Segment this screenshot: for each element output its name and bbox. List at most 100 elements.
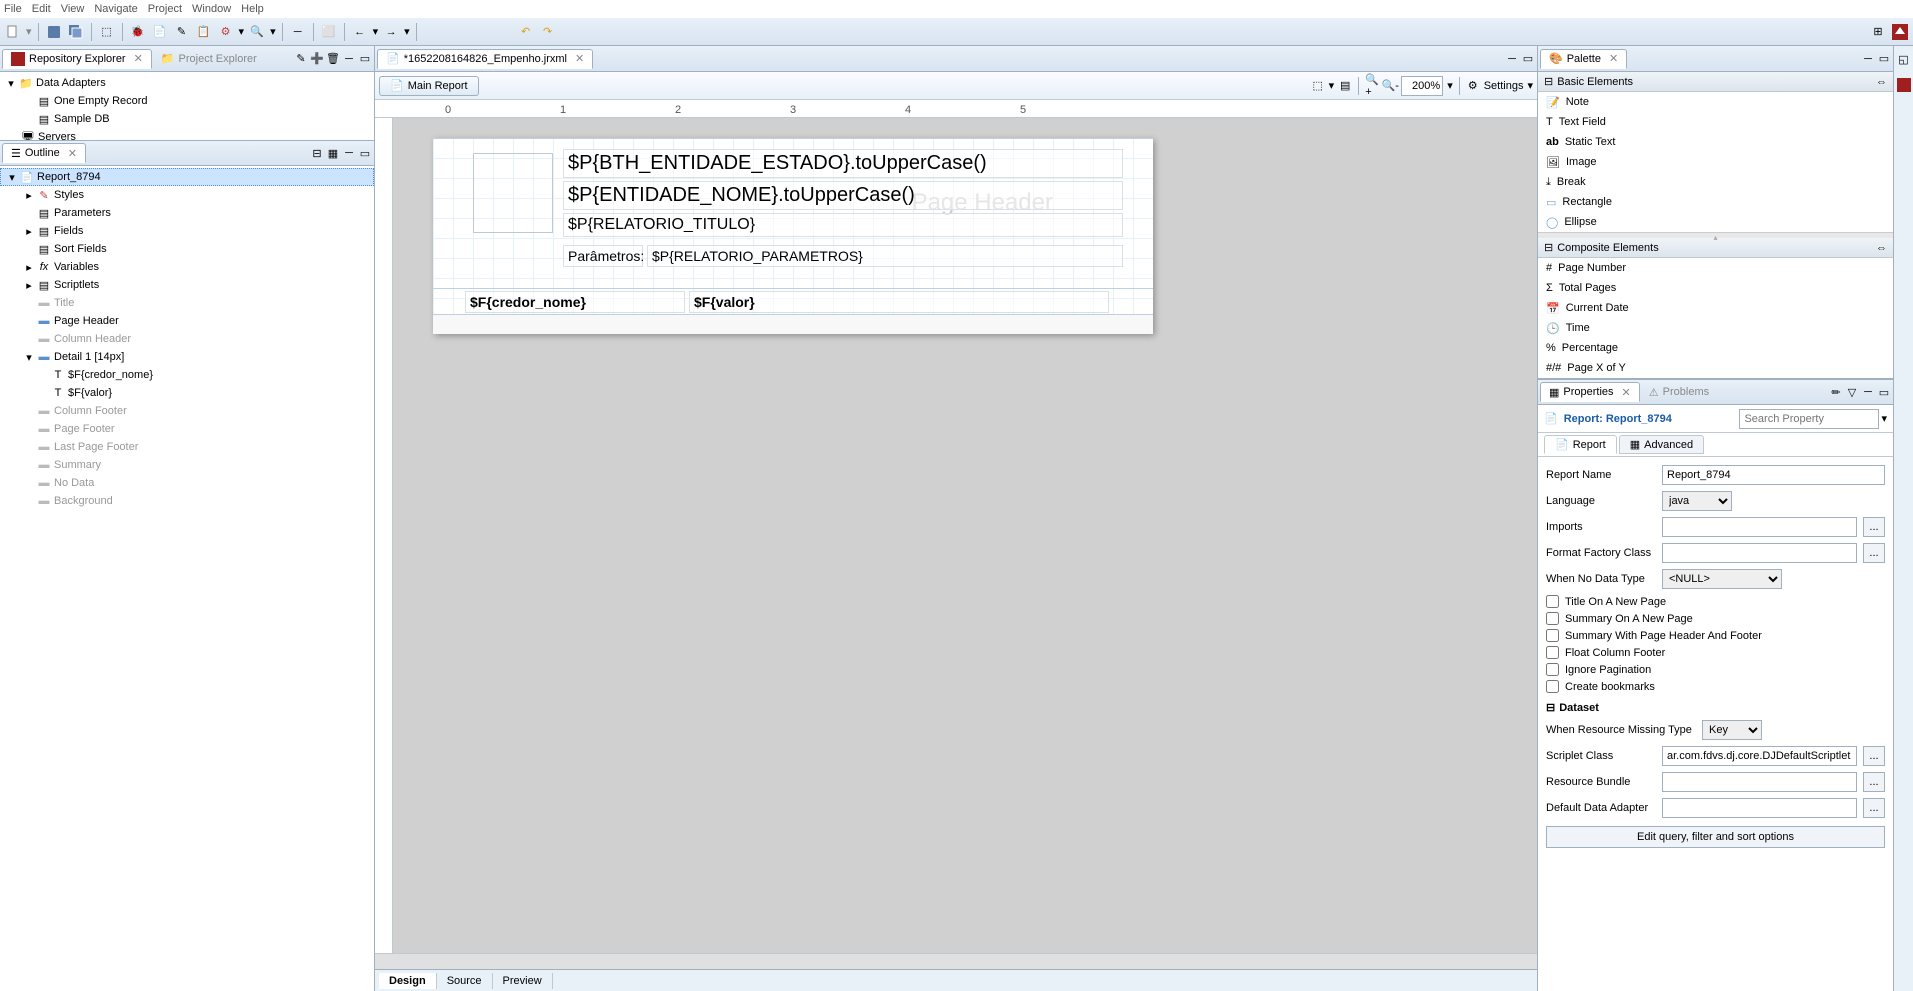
menu-edit[interactable]: Edit [32, 3, 51, 15]
settings-label[interactable]: Settings [1484, 80, 1524, 92]
background-node[interactable]: ▬Background [0, 492, 374, 510]
palette-break[interactable]: ⤓Break [1538, 172, 1893, 192]
tab-source[interactable]: Source [437, 973, 493, 989]
resbundle-input[interactable] [1662, 772, 1857, 792]
new-adapter-icon[interactable]: ➕ [310, 52, 324, 66]
binary-icon[interactable]: ⬚ [98, 23, 116, 41]
palette-statictext[interactable]: abStatic Text [1538, 132, 1893, 152]
f-credor-node[interactable]: T$F{credor_nome} [0, 366, 374, 384]
pin-icon[interactable]: ⇔ [1876, 76, 1887, 88]
statictext-parametros[interactable]: Parâmetros: [563, 245, 643, 267]
back-icon[interactable]: ← [351, 23, 369, 41]
dataset-section[interactable]: ⊟Dataset [1546, 701, 1885, 714]
wrmt-select[interactable]: Key [1702, 720, 1762, 740]
palette-image[interactable]: 🖼Image [1538, 152, 1893, 172]
ffc-input[interactable] [1662, 543, 1857, 563]
report-page[interactable]: Page Header $P{BTH_ENTIDADE_ESTADO}.toUp… [433, 138, 1153, 334]
menu-file[interactable]: File [4, 3, 22, 15]
no-data-node[interactable]: ▬No Data [0, 474, 374, 492]
marker-icon[interactable]: ⬚ [1311, 79, 1325, 93]
settings-dropdown-icon[interactable]: ▾ [1527, 79, 1533, 92]
minimize-icon[interactable]: ─ [1505, 52, 1519, 66]
tab-problems[interactable]: ⚠ Problems [1640, 382, 1718, 402]
sample-db-node[interactable]: ▤ Sample DB [0, 110, 374, 128]
dda-browse-button[interactable]: ... [1863, 798, 1885, 818]
maximize-icon[interactable]: ▭ [1877, 385, 1891, 399]
menu-help[interactable]: Help [241, 3, 264, 15]
dda-input[interactable] [1662, 798, 1857, 818]
textfield-valor[interactable]: $F{valor} [689, 291, 1109, 313]
tree-mode-icon[interactable]: ⊟ [310, 146, 324, 160]
minimize-icon[interactable]: ─ [342, 52, 356, 66]
forward-icon[interactable]: → [382, 23, 400, 41]
cb-ignore-pag[interactable] [1546, 663, 1559, 676]
textfield-entidade-nome[interactable]: $P{ENTIDADE_NOME}.toUpperCase() [563, 181, 1123, 210]
menu-project[interactable]: Project [148, 3, 182, 15]
cb-bookmarks[interactable] [1546, 680, 1559, 693]
restore-icon[interactable]: ◱ [1894, 46, 1913, 72]
close-icon[interactable]: ✕ [68, 147, 77, 160]
tab-project-explorer[interactable]: 📁 Project Explorer [152, 49, 266, 69]
basic-elements-header[interactable]: ⊟Basic Elements⇔ [1538, 72, 1893, 92]
palette-note[interactable]: 📝Note [1538, 92, 1893, 112]
minimize-icon[interactable]: ─ [1861, 385, 1875, 399]
main-report-tab[interactable]: 📄 Main Report [379, 76, 479, 96]
subtab-report[interactable]: 📄Report [1544, 435, 1617, 454]
report-name-input[interactable] [1662, 465, 1885, 485]
collapse-icon[interactable]: ▾ [5, 170, 19, 184]
tab-palette[interactable]: 🎨 Palette ✕ [1540, 49, 1627, 69]
cb-title-newpage[interactable] [1546, 595, 1559, 608]
ffc-browse-button[interactable]: ... [1863, 543, 1885, 563]
perspective-icon[interactable]: ⊞ [1869, 23, 1887, 41]
maximize-icon[interactable]: ▭ [358, 52, 372, 66]
close-icon[interactable]: ✕ [1622, 386, 1631, 399]
minimize-icon[interactable]: ─ [342, 146, 356, 160]
tab-properties[interactable]: ▦ Properties ✕ [1540, 382, 1640, 402]
title-node[interactable]: ▬Title [0, 294, 374, 312]
imports-browse-button[interactable]: ... [1863, 517, 1885, 537]
column-footer-node[interactable]: ▬Column Footer [0, 402, 374, 420]
tab-outline[interactable]: ☰ Outline ✕ [2, 143, 86, 163]
run-icon[interactable]: 📄 [151, 23, 169, 41]
design-canvas[interactable]: Page Header $P{BTH_ENTIDADE_ESTADO}.toUp… [393, 118, 1537, 953]
one-empty-record-node[interactable]: ▤ One Empty Record [0, 92, 374, 110]
menu-navigate[interactable]: Navigate [94, 3, 137, 15]
tab-preview[interactable]: Preview [493, 973, 553, 989]
page-footer-node[interactable]: ▬Page Footer [0, 420, 374, 438]
editor-file-tab[interactable]: 📄 *1652208164826_Empenho.jrxml ✕ [377, 49, 593, 69]
palette-ellipse[interactable]: ◯Ellipse [1538, 212, 1893, 232]
search-icon[interactable]: 🔍 [248, 23, 266, 41]
palette-pagexofy[interactable]: #/#Page X of Y [1538, 358, 1893, 378]
menu-view[interactable]: View [61, 3, 85, 15]
jaspersoft-icon[interactable] [1891, 23, 1909, 41]
close-icon[interactable]: ✕ [1609, 52, 1618, 65]
maximize-icon[interactable]: ▭ [358, 146, 372, 160]
language-select[interactable]: java [1662, 491, 1732, 511]
scriptlets-node[interactable]: ▸▤Scriptlets [0, 276, 374, 294]
zoom-in-icon[interactable]: 🔍+ [1365, 79, 1379, 93]
zoom-out-icon[interactable]: 🔍- [1383, 79, 1397, 93]
close-icon[interactable]: ✕ [575, 52, 584, 65]
maximize-icon[interactable]: ▭ [1877, 52, 1891, 66]
new-icon[interactable] [4, 23, 22, 41]
settings-icon[interactable]: ⚙ [1466, 79, 1480, 93]
column-header-node[interactable]: ▬Column Header [0, 330, 374, 348]
edit-query-button[interactable]: Edit query, filter and sort options [1546, 826, 1885, 848]
zoom-dropdown-icon[interactable]: ▾ [1447, 79, 1453, 92]
undo-icon[interactable]: ↶ [517, 23, 535, 41]
tab-repository-explorer[interactable]: Repository Explorer ✕ [2, 49, 152, 69]
imports-input[interactable] [1662, 517, 1857, 537]
close-icon[interactable]: ✕ [134, 52, 143, 65]
sort-fields-node[interactable]: ▤Sort Fields [0, 240, 374, 258]
empty-band[interactable] [433, 314, 1153, 334]
page-header-band[interactable]: Page Header $P{BTH_ENTIDADE_ESTADO}.toUp… [433, 138, 1153, 288]
bug-icon[interactable]: 🐞 [129, 23, 147, 41]
parameters-node[interactable]: ▤Parameters [0, 204, 374, 222]
styles-node[interactable]: ▸✎Styles [0, 186, 374, 204]
build-icon[interactable]: ⚙ [217, 23, 235, 41]
fields-node[interactable]: ▸▤Fields [0, 222, 374, 240]
jaspersoft-icon[interactable] [1894, 72, 1913, 98]
servers-node[interactable]: 🖥 Servers [0, 128, 374, 140]
palette-currentdate[interactable]: 📅Current Date [1538, 298, 1893, 318]
textfield-relatorio-parametros[interactable]: $P{RELATORIO_PARAMETROS} [647, 245, 1123, 267]
